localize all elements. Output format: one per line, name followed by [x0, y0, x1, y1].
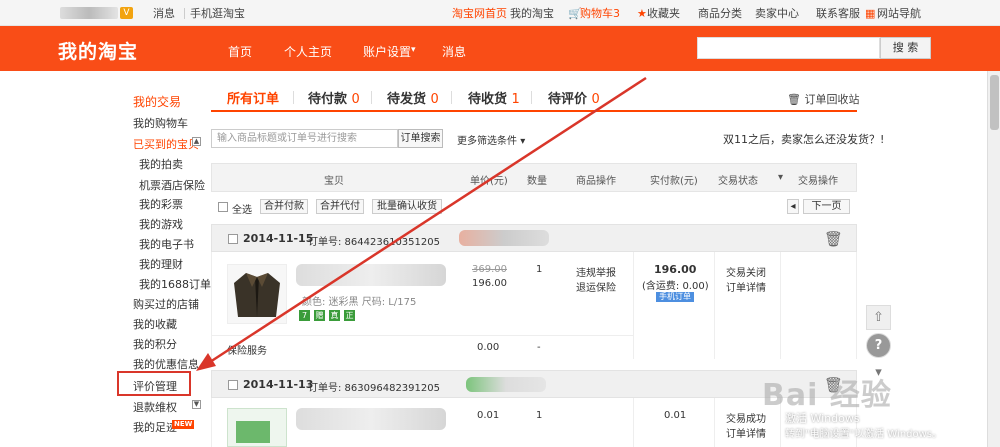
windows-activation-text: 激活 Windows	[785, 412, 860, 425]
baidu-watermark: Bai 经验	[762, 378, 892, 413]
windows-activation-hint: 转到"电脑设置"以激活 Windows。	[785, 429, 943, 440]
